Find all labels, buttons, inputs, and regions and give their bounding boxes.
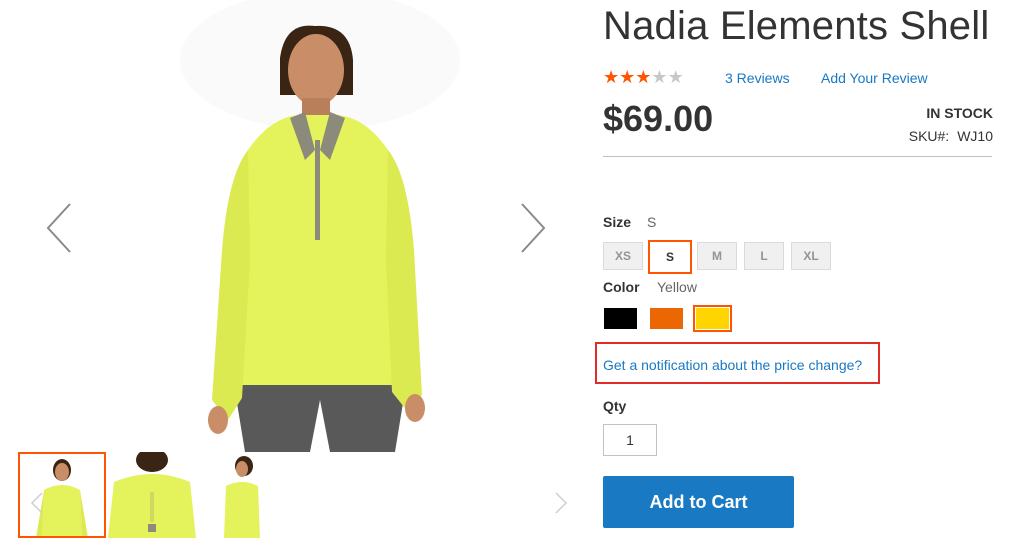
sku-value: WJ10 — [957, 128, 993, 144]
rating-stars: ★★★★★ — [603, 68, 684, 86]
thumbnail-prev-arrow[interactable] — [28, 490, 46, 516]
sku: SKU#: WJ10 — [909, 128, 993, 144]
product-info: Nadia Elements Shell ★★★★★ 3 Reviews Add… — [595, 0, 993, 538]
divider — [603, 156, 992, 157]
color-selected-value: Yellow — [657, 279, 697, 295]
color-swatch-yellow[interactable] — [693, 305, 732, 332]
product-price: $69.00 — [603, 98, 714, 139]
gallery-next-arrow[interactable] — [512, 196, 552, 260]
size-option-s[interactable]: S — [648, 240, 692, 274]
sku-label: SKU#: — [908, 128, 950, 144]
gallery-prev-arrow[interactable] — [40, 196, 80, 260]
reviews-link[interactable]: 3 Reviews — [725, 70, 790, 86]
add-to-cart-button[interactable]: Add to Cart — [603, 476, 794, 528]
color-swatch-black[interactable] — [604, 308, 637, 329]
qty-label: Qty — [603, 398, 627, 414]
thumbnail-side[interactable] — [198, 452, 286, 538]
main-product-image[interactable] — [170, 0, 470, 452]
size-option-xl[interactable]: XL — [791, 242, 831, 270]
qty-input[interactable] — [603, 424, 657, 456]
thumbnail-strip — [18, 452, 288, 538]
stock-status: IN STOCK — [926, 105, 993, 121]
star-empty-icon: ★ — [651, 67, 668, 87]
size-option-l[interactable]: L — [744, 242, 784, 270]
star-filled-icon: ★ — [619, 67, 636, 87]
star-empty-icon: ★ — [667, 67, 684, 87]
size-selected-value: S — [647, 214, 657, 230]
product-gallery — [0, 0, 585, 538]
star-filled-icon: ★ — [635, 67, 652, 87]
price-alert-link[interactable]: Get a notification about the price chang… — [603, 357, 862, 373]
size-label: Size — [603, 214, 632, 230]
thumbnail-next-arrow[interactable] — [552, 490, 570, 516]
star-filled-icon: ★ — [603, 67, 620, 87]
color-label: Color — [603, 279, 640, 295]
size-option-m[interactable]: M — [697, 242, 737, 270]
product-title: Nadia Elements Shell — [603, 4, 990, 48]
size-option-xs[interactable]: XS — [603, 242, 643, 270]
thumbnail-back[interactable] — [108, 452, 196, 538]
add-review-link[interactable]: Add Your Review — [821, 70, 928, 86]
color-swatch-orange[interactable] — [650, 308, 683, 329]
